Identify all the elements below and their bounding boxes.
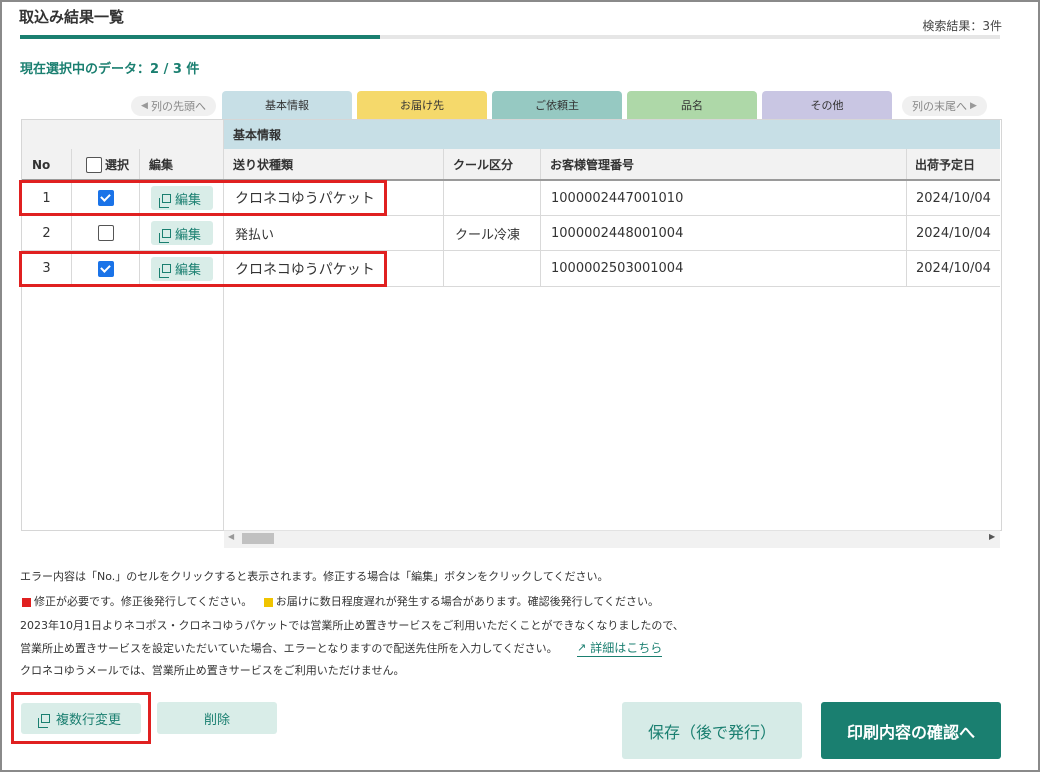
note-error-help: エラー内容は「No.」のセルをクリックすると表示されます。修正する場合は「編集」… (20, 570, 609, 583)
prev-label: 列の先頭へ (150, 100, 206, 113)
red-square-icon (22, 597, 31, 607)
row-no-cell[interactable]: 2 (22, 216, 71, 250)
note-yu-mail: クロネコゆうメールでは、営業所止め置きサービスをご利用いただけません。 (20, 664, 405, 677)
note-address-input: 営業所止め置きサービスを設定いただいていた場合、エラーとなりますので配送先住所を… (20, 642, 558, 655)
legend-red-text: 修正が必要です。修正後発行してください。 (34, 595, 253, 608)
select-all-checkbox[interactable] (86, 156, 102, 173)
scrollbar-thumb[interactable] (242, 533, 274, 544)
col-header-no[interactable]: No (32, 149, 50, 180)
customer-no-cell: 1000002447001010 (551, 190, 684, 206)
tab-label: お届け先 (400, 99, 444, 112)
col-header-ship-date: 出荷予定日 (915, 158, 976, 172)
ship-date-cell: 2024/10/04 (916, 225, 991, 241)
tab-label: その他 (810, 99, 844, 112)
col-header-label-type: 送り状種類 (233, 158, 294, 172)
row-edit-cell: 編集 (140, 216, 223, 250)
ship-date-cell: 2024/10/04 (916, 190, 991, 206)
detail-link-label: 詳細はこちら (590, 641, 663, 655)
select-label: 選択 (105, 158, 130, 172)
col-header-select: 選択 (86, 149, 129, 180)
detail-link[interactable]: ↗ 詳細はこちら (577, 639, 663, 657)
edit-label: 編集 (174, 227, 201, 243)
horizontal-scrollbar[interactable] (224, 530, 1000, 548)
highlight-box (19, 251, 387, 287)
progress-fill (20, 35, 380, 39)
tab-sender[interactable]: ご依頼主 (492, 91, 622, 119)
caret-right-icon: ▶ (970, 101, 977, 111)
col-header-edit: 編集 (149, 158, 174, 172)
next-label: 列の末尾へ (912, 100, 968, 113)
tab-label: ご依頼主 (535, 99, 579, 112)
tab-label: 基本情報 (265, 99, 309, 112)
tab-delivery-address[interactable]: お届け先 (357, 91, 487, 119)
row-select-cell (72, 216, 139, 250)
highlight-box (19, 180, 387, 216)
group-header-bg (224, 120, 1000, 149)
scroll-to-last-column-button[interactable]: 列の末尾へ ▶ (902, 96, 987, 116)
ship-date-cell: 2024/10/04 (916, 261, 991, 276)
tab-item-name[interactable]: 品名 (627, 91, 757, 119)
edit-button[interactable]: 編集 (150, 221, 213, 245)
external-link-icon: ↗ (577, 641, 587, 654)
note-service-change: 2023年10月1日よりネコポス・クロネコゆうパケットでは営業所止め置きサービス… (20, 619, 684, 632)
col-divider (906, 149, 907, 286)
note-legend: 修正が必要です。修正後発行してください。 お届けに数日程度遅れが発生する場合があ… (22, 593, 659, 609)
highlight-box (11, 692, 151, 744)
caret-left-icon: ◀ (141, 101, 148, 111)
page-title: 取込み結果一覧 (19, 8, 125, 26)
tab-basic-info[interactable]: 基本情報 (222, 91, 352, 119)
cool-cell: クール冷凍 (455, 227, 521, 243)
col-divider (540, 149, 541, 286)
tab-other[interactable]: その他 (762, 91, 892, 119)
selection-status: 現在選択中のデータ：2 / 3 件 (20, 62, 200, 77)
legend-yellow-text: お届けに数日程度遅れが発生する場合があります。確認後発行してください。 (275, 595, 659, 608)
delete-button[interactable]: 削除 (157, 702, 277, 734)
customer-no-cell: 1000002503001004 (551, 261, 684, 276)
col-header-cool: クール区分 (453, 158, 514, 172)
group-header-basic-info: 基本情報 (233, 128, 282, 142)
customer-no-cell: 1000002448001004 (551, 225, 684, 241)
confirm-print-button[interactable]: 印刷内容の確認へ (821, 702, 1001, 759)
save-later-button[interactable]: 保存（後で発行） (622, 702, 802, 759)
open-window-icon (158, 228, 171, 243)
scroll-right-icon[interactable]: ▶ (989, 532, 995, 541)
label-type-cell: 発払い (235, 227, 275, 243)
result-count: 検索結果：3件 (922, 19, 1002, 33)
scroll-to-first-column-button[interactable]: ◀ 列の先頭へ (131, 96, 216, 116)
row-checkbox[interactable] (97, 225, 114, 241)
yellow-square-icon (263, 597, 273, 607)
col-header-customer-no: お客様管理番号 (550, 158, 635, 172)
scroll-left-icon[interactable]: ◀ (228, 532, 234, 541)
col-divider (443, 149, 444, 286)
tab-label: 品名 (681, 99, 703, 112)
